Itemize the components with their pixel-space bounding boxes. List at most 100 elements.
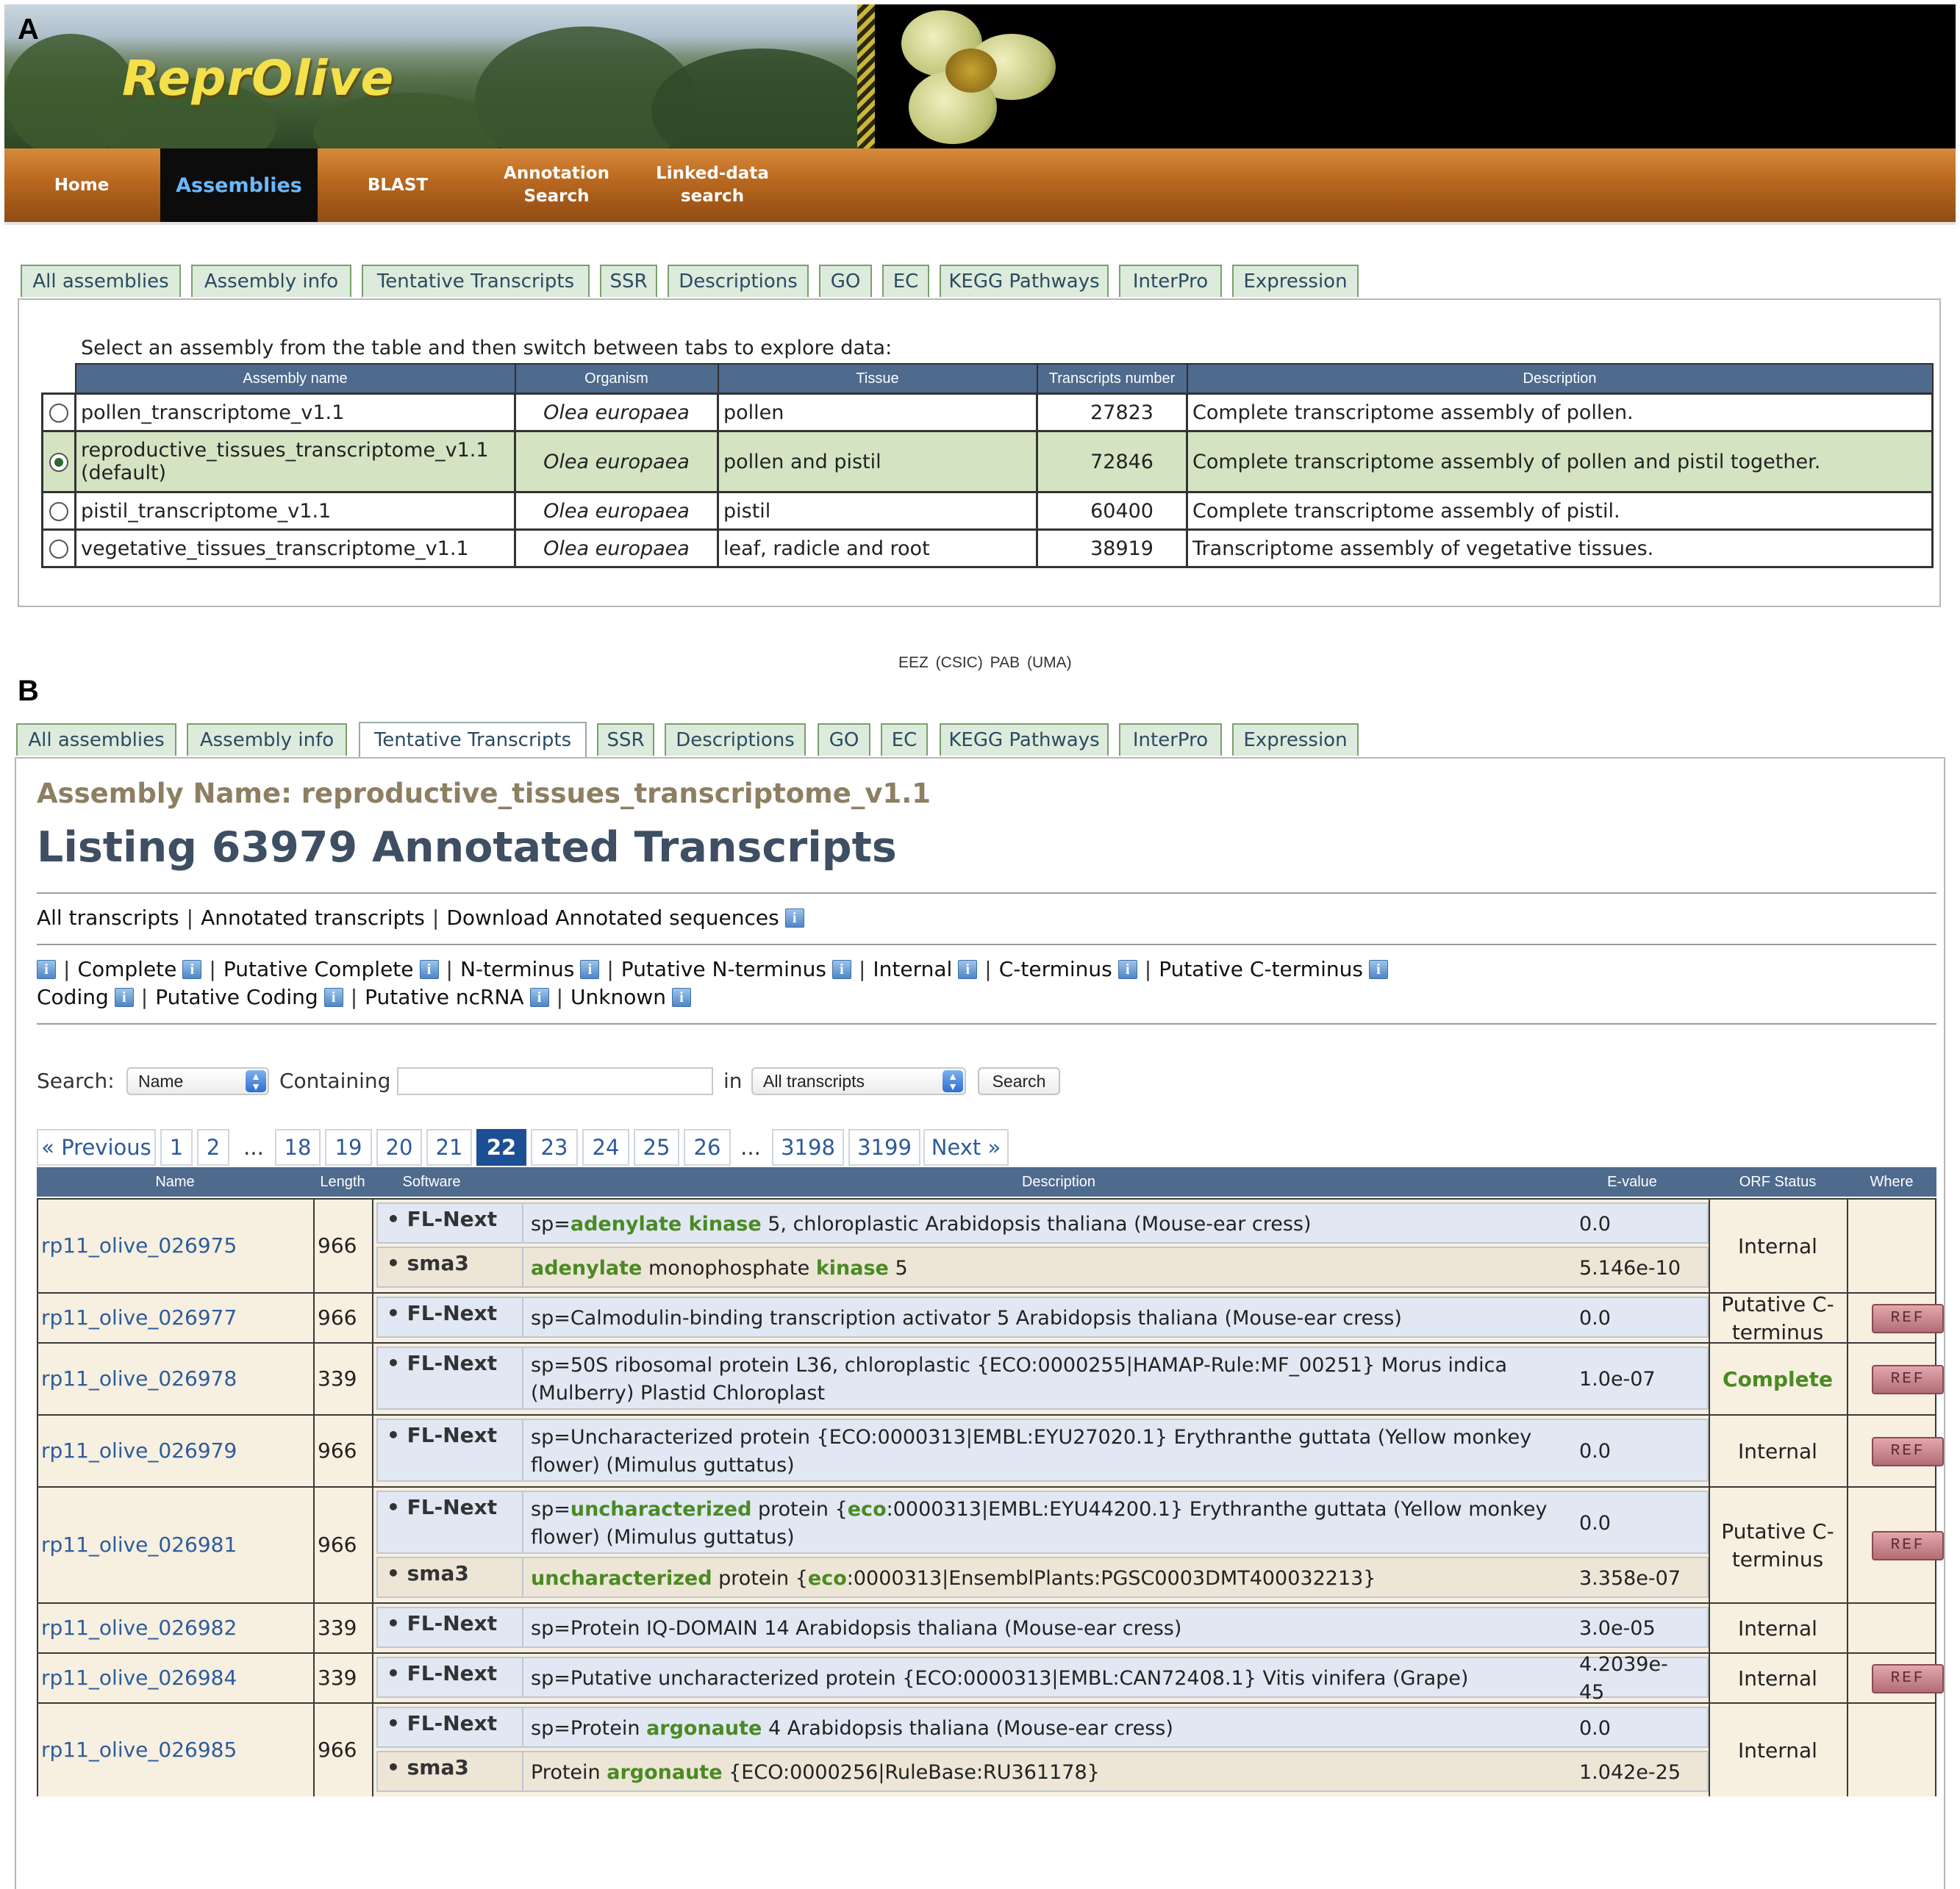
assembly-row-selected[interactable]: reproductive_tissues_transcriptome_v1.1(… xyxy=(41,430,1934,493)
tab-ec[interactable]: EC xyxy=(882,265,929,297)
page-link[interactable]: 25 xyxy=(634,1129,679,1166)
assembly-row[interactable]: pistil_transcriptome_v1.1 Olea europaea … xyxy=(41,491,1934,531)
info-icon[interactable]: i xyxy=(958,960,978,979)
tab-all-assemblies[interactable]: All assemblies xyxy=(21,265,181,297)
page-link[interactable]: 1 xyxy=(160,1129,193,1166)
filter-putative-complete[interactable]: Putative Complete xyxy=(223,957,414,981)
site-logo-title[interactable]: ReprOlive xyxy=(122,50,394,107)
page-link[interactable]: 2 xyxy=(197,1129,229,1166)
page-link[interactable]: 24 xyxy=(582,1129,629,1166)
filter-putative-n-terminus[interactable]: Putative N-terminus xyxy=(621,957,826,981)
filter-complete[interactable]: Complete xyxy=(77,957,176,981)
nav-assemblies[interactable]: Assemblies xyxy=(160,148,318,222)
tab-expression[interactable]: Expression xyxy=(1232,723,1359,756)
tab-assembly-info[interactable]: Assembly info xyxy=(187,723,347,756)
assembly-row[interactable]: vegetative_tissues_transcriptome_v1.1 Ol… xyxy=(41,528,1934,568)
assembly-radio[interactable] xyxy=(49,404,68,423)
info-icon[interactable]: i xyxy=(37,960,56,979)
transcript-name-link[interactable]: rp11_olive_026979 xyxy=(41,1438,237,1463)
transcript-name-link[interactable]: rp11_olive_026975 xyxy=(41,1233,237,1258)
nav-linked-data-search[interactable]: Linked-data search xyxy=(643,148,782,222)
tab-descriptions[interactable]: Descriptions xyxy=(665,723,806,756)
software-cell: • FL-Next xyxy=(378,1298,523,1336)
info-icon[interactable]: i xyxy=(671,988,691,1007)
filter-putative-ncrna[interactable]: Putative ncRNA xyxy=(365,985,523,1009)
ref-button[interactable]: REF xyxy=(1872,1304,1944,1333)
assembly-radio[interactable] xyxy=(49,502,68,521)
nav-blast[interactable]: BLAST xyxy=(319,148,476,222)
search-button[interactable]: Search xyxy=(978,1067,1060,1095)
info-icon[interactable]: i xyxy=(182,960,202,979)
transcript-name-link[interactable]: rp11_olive_026982 xyxy=(41,1616,237,1640)
search-scope-select[interactable]: All transcripts ▲ ▼ xyxy=(751,1067,966,1095)
assembly-radio[interactable] xyxy=(49,540,68,559)
tab-all-assemblies[interactable]: All assemblies xyxy=(16,723,176,756)
filter-putative-coding[interactable]: Putative Coding xyxy=(155,985,318,1009)
filter-coding[interactable]: Coding xyxy=(37,985,109,1009)
tab-tentative-transcripts-active[interactable]: Tentative Transcripts xyxy=(359,722,587,757)
page-previous[interactable]: « Previous xyxy=(37,1129,156,1166)
info-icon[interactable]: i xyxy=(529,988,549,1007)
assembly-radio-selected[interactable] xyxy=(49,453,68,472)
tab-tentative-transcripts[interactable]: Tentative Transcripts xyxy=(362,265,590,297)
transcript-name-link[interactable]: rp11_olive_026984 xyxy=(41,1666,237,1690)
tab-ec[interactable]: EC xyxy=(881,723,928,756)
page-link[interactable]: 26 xyxy=(684,1129,731,1166)
transcript-name-link[interactable]: rp11_olive_026977 xyxy=(41,1305,237,1330)
page-link[interactable]: 18 xyxy=(275,1129,321,1166)
tab-assembly-info[interactable]: Assembly info xyxy=(191,265,351,297)
page-next[interactable]: Next » xyxy=(923,1129,1009,1166)
transcript-name-link[interactable]: rp11_olive_026978 xyxy=(41,1366,237,1391)
page-current[interactable]: 22 xyxy=(476,1129,526,1166)
tab-ssr[interactable]: SSR xyxy=(600,265,657,297)
assembly-row[interactable]: pollen_transcriptome_v1.1 Olea europaea … xyxy=(41,393,1934,432)
page-link[interactable]: 19 xyxy=(325,1129,372,1166)
info-icon[interactable]: i xyxy=(323,988,343,1007)
page-link[interactable]: 3198 xyxy=(772,1129,844,1166)
page-link[interactable]: 20 xyxy=(376,1129,422,1166)
info-icon[interactable]: i xyxy=(580,960,600,979)
search-input[interactable] xyxy=(397,1067,713,1095)
hit-description: sp=Calmodulin-binding transcription acti… xyxy=(531,1307,1402,1330)
ref-button[interactable]: REF xyxy=(1872,1365,1944,1394)
tab-interpro[interactable]: InterPro xyxy=(1119,265,1222,297)
info-icon[interactable]: i xyxy=(784,908,804,928)
filter-unknown[interactable]: Unknown xyxy=(571,985,666,1009)
transcript-name-link[interactable]: rp11_olive_026985 xyxy=(41,1738,237,1762)
info-icon[interactable]: i xyxy=(419,960,439,979)
filter-putative-c-terminus[interactable]: Putative C-terminus xyxy=(1159,957,1363,981)
col-length: Length xyxy=(320,1173,365,1190)
tab-expression[interactable]: Expression xyxy=(1232,265,1359,297)
annotation-hit: • FL-Next sp=Protein argonaute 4 Arabidop… xyxy=(376,1707,1709,1748)
tab-descriptions[interactable]: Descriptions xyxy=(668,265,809,297)
filter-internal[interactable]: Internal xyxy=(873,957,952,981)
tab-kegg-pathways[interactable]: KEGG Pathways xyxy=(940,723,1109,756)
table-row: rp11_olive_026985 966 • FL-Next sp=Protein … xyxy=(37,1702,1936,1796)
tab-go[interactable]: GO xyxy=(819,265,872,297)
tab-kegg-pathways[interactable]: KEGG Pathways xyxy=(940,265,1109,297)
info-icon[interactable]: i xyxy=(114,988,134,1007)
page-link[interactable]: 3199 xyxy=(848,1129,920,1166)
assembly-tissue: leaf, radicle and root xyxy=(717,528,1038,568)
ref-button[interactable]: REF xyxy=(1872,1664,1944,1693)
tab-interpro[interactable]: InterPro xyxy=(1119,723,1222,756)
link-all-transcripts[interactable]: All transcripts xyxy=(37,906,179,930)
nav-annotation-search[interactable]: Annotation Search xyxy=(487,148,626,222)
tab-ssr[interactable]: SSR xyxy=(597,723,654,756)
page-link[interactable]: 23 xyxy=(531,1129,578,1166)
link-annotated-transcripts[interactable]: Annotated transcripts xyxy=(201,906,425,930)
info-icon[interactable]: i xyxy=(831,960,851,979)
tab-go[interactable]: GO xyxy=(818,723,870,756)
ref-button[interactable]: REF xyxy=(1872,1437,1944,1466)
filter-n-terminus[interactable]: N-terminus xyxy=(460,957,574,981)
ref-button[interactable]: REF xyxy=(1872,1531,1944,1560)
info-icon[interactable]: i xyxy=(1368,960,1388,979)
page-link[interactable]: 21 xyxy=(426,1129,472,1166)
link-download-annotated[interactable]: Download Annotated sequences xyxy=(446,906,779,930)
transcript-name-link[interactable]: rp11_olive_026981 xyxy=(41,1533,237,1557)
hit-evalue: 4.2039e- 45 xyxy=(1579,1653,1668,1704)
search-field-select[interactable]: Name ▲ ▼ xyxy=(126,1067,269,1095)
nav-home[interactable]: Home xyxy=(4,148,159,222)
info-icon[interactable]: i xyxy=(1117,960,1137,979)
filter-c-terminus[interactable]: C-terminus xyxy=(999,957,1112,981)
